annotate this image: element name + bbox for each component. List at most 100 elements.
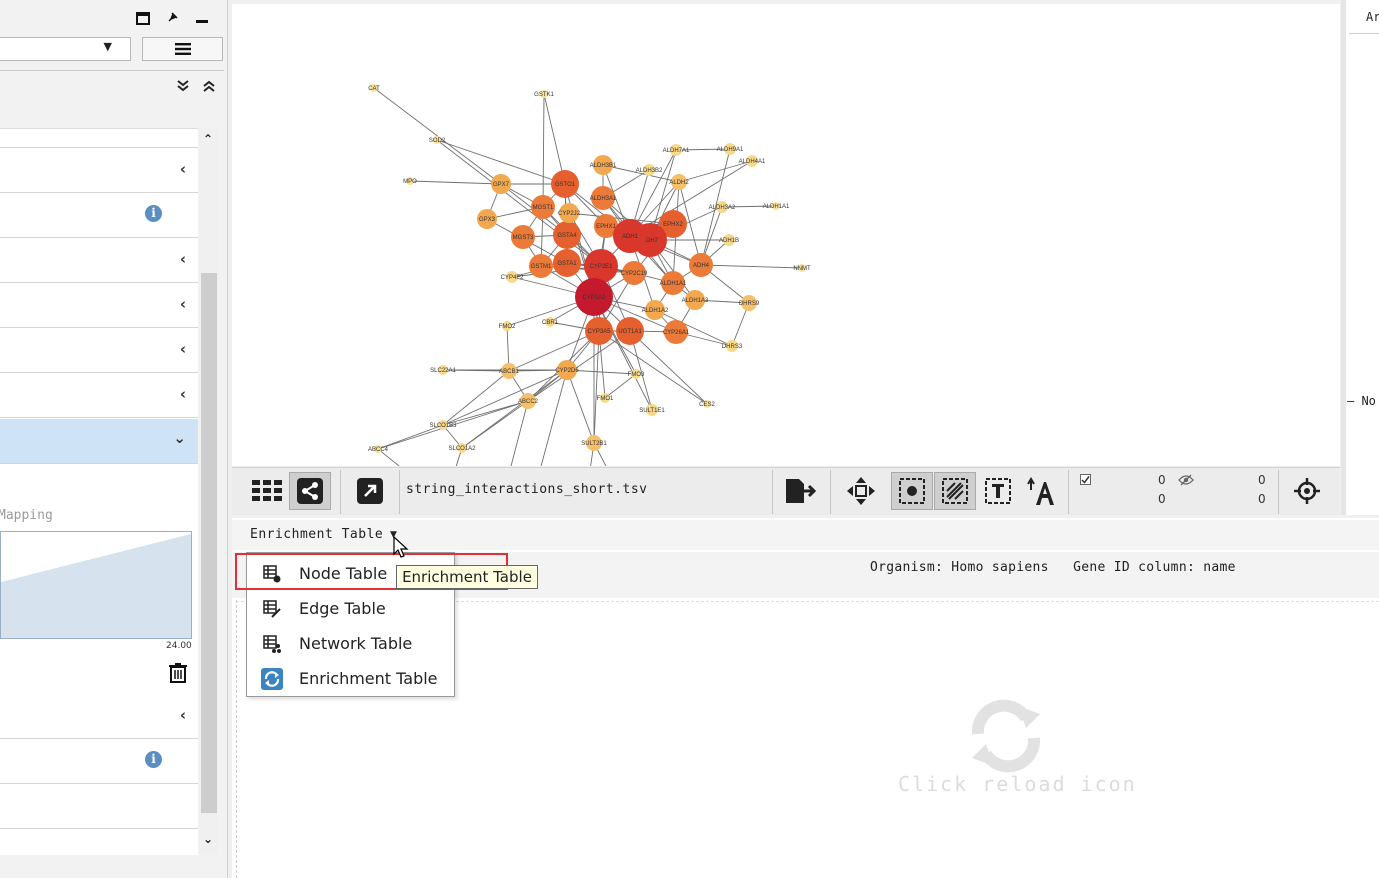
export-icon[interactable] bbox=[782, 472, 818, 510]
reload-icon[interactable] bbox=[966, 698, 1046, 774]
locate-icon[interactable] bbox=[1290, 472, 1324, 510]
scroll-down-icon[interactable]: ⌄ bbox=[203, 832, 213, 846]
network-node[interactable]: GSTA1 bbox=[553, 249, 581, 277]
grid-view-icon[interactable] bbox=[248, 472, 286, 510]
chevron-left-icon[interactable]: ‹ bbox=[180, 160, 186, 178]
mapping-chart[interactable] bbox=[0, 531, 192, 639]
network-node[interactable]: ALDH4A1 bbox=[739, 155, 766, 167]
network-node[interactable]: ADH4 bbox=[689, 253, 713, 277]
open-network-icon[interactable] bbox=[352, 472, 388, 510]
network-edge[interactable] bbox=[508, 330, 600, 372]
menu-item-network-table[interactable]: Network Table bbox=[247, 626, 454, 661]
chevron-left-icon[interactable]: ‹ bbox=[180, 706, 186, 724]
network-edge[interactable] bbox=[373, 87, 502, 185]
network-edge[interactable] bbox=[566, 369, 595, 444]
list-item[interactable]: ‹ bbox=[0, 238, 198, 283]
network-node[interactable]: ALDH1A2 bbox=[642, 300, 669, 320]
style-dropdown[interactable]: ▼ bbox=[0, 37, 131, 61]
list-item[interactable]: ‹ bbox=[0, 283, 198, 328]
network-node[interactable]: CYP4F2 bbox=[501, 271, 524, 283]
network-edge[interactable] bbox=[442, 369, 568, 426]
network-canvas[interactable]: CAT GSTK1 SOD2 MPO GPX7 GPX3 GSTO1 MGST1 MGST3 GS… bbox=[232, 4, 1340, 471]
network-node[interactable]: ADH1 bbox=[613, 219, 647, 253]
results-tab-label[interactable]: Ar bbox=[1366, 10, 1379, 24]
list-item[interactable]: ‹ bbox=[0, 694, 198, 739]
list-item[interactable]: i bbox=[0, 739, 198, 784]
network-edge[interactable] bbox=[629, 330, 708, 405]
network-node[interactable]: CYP3A5 bbox=[585, 317, 613, 345]
network-node[interactable]: ALDH3B1 bbox=[590, 155, 617, 175]
scrollbar-thumb[interactable] bbox=[201, 273, 217, 813]
list-item[interactable]: ‹ bbox=[0, 148, 198, 193]
network-node[interactable]: DHRS3 bbox=[722, 340, 743, 352]
network-node[interactable]: CES2 bbox=[699, 400, 715, 408]
network-edge[interactable] bbox=[442, 400, 529, 426]
network-node[interactable]: UGT1A1 bbox=[616, 317, 644, 345]
network-node[interactable]: ALDH1A1 bbox=[660, 271, 687, 295]
list-item[interactable]: ‹ bbox=[0, 328, 198, 373]
network-view-icon[interactable] bbox=[289, 472, 331, 510]
network-node[interactable]: CYP2J2 bbox=[558, 203, 581, 223]
options-menu-button[interactable] bbox=[142, 37, 223, 61]
network-node[interactable]: SOD2 bbox=[429, 136, 446, 144]
network-node[interactable]: MGST1 bbox=[531, 195, 555, 219]
network-node[interactable]: MGST3 bbox=[511, 225, 535, 249]
expand-all-icon[interactable] bbox=[176, 79, 190, 97]
list-item-selected[interactable]: ⌄ bbox=[0, 419, 198, 464]
network-edge[interactable] bbox=[598, 330, 708, 405]
network-node[interactable]: SLCO1B3 bbox=[429, 420, 457, 430]
network-node[interactable]: GSTO1 bbox=[551, 170, 579, 198]
network-edge[interactable] bbox=[539, 369, 568, 471]
info-icon[interactable]: i bbox=[145, 751, 162, 768]
show-graphics-details-icon[interactable] bbox=[934, 472, 976, 510]
maximize-icon[interactable] bbox=[133, 8, 153, 28]
vertical-scrollbar[interactable]: ⌃ ⌄ bbox=[199, 128, 219, 855]
collapse-all-icon[interactable] bbox=[202, 79, 216, 97]
list-item[interactable] bbox=[0, 129, 198, 148]
network-node[interactable]: ALDH9A1 bbox=[717, 143, 744, 155]
chevron-down-icon[interactable]: ⌄ bbox=[173, 429, 186, 447]
hidden-eye-icon[interactable] bbox=[1178, 474, 1194, 489]
network-node[interactable]: SULT1E1 bbox=[639, 404, 665, 416]
annotation-text-icon[interactable] bbox=[980, 472, 1016, 510]
network-edge[interactable] bbox=[593, 330, 600, 444]
network-node[interactable]: ABCC4 bbox=[368, 445, 389, 453]
chevron-left-icon[interactable]: ‹ bbox=[180, 250, 186, 268]
scroll-up-icon[interactable]: ⌃ bbox=[203, 132, 213, 146]
network-node[interactable]: GSTA4 bbox=[553, 221, 581, 249]
network-node[interactable]: ALDH2 bbox=[669, 174, 689, 190]
network-node[interactable]: GPX7 bbox=[491, 174, 511, 194]
network-node[interactable]: SLC22A1 bbox=[430, 365, 457, 375]
network-node[interactable]: CYP2E1 bbox=[584, 249, 618, 283]
list-item[interactable]: i bbox=[0, 193, 198, 238]
network-node[interactable]: CYP1A2 bbox=[575, 278, 613, 316]
pin-icon[interactable] bbox=[162, 8, 182, 28]
network-node[interactable]: CAT bbox=[368, 84, 380, 92]
network-node[interactable]: SULT2B1 bbox=[581, 435, 607, 451]
network-node[interactable]: SLCO1A2 bbox=[448, 443, 476, 453]
menu-item-edge-table[interactable]: Edge Table bbox=[247, 591, 454, 626]
network-node[interactable]: CYP2D6 bbox=[555, 360, 579, 380]
network-node[interactable]: NNMT bbox=[793, 264, 811, 272]
network-node[interactable]: GSTK1 bbox=[534, 90, 554, 98]
font-size-icon[interactable] bbox=[1024, 472, 1058, 510]
chevron-left-icon[interactable]: ‹ bbox=[180, 295, 186, 313]
trash-icon[interactable] bbox=[168, 662, 188, 684]
checkbox-icon[interactable] bbox=[1080, 474, 1091, 488]
network-graph[interactable]: CAT GSTK1 SOD2 MPO GPX7 GPX3 GSTO1 MGST1 MGST3 GS… bbox=[232, 4, 1340, 471]
list-item[interactable] bbox=[0, 784, 198, 829]
network-edge[interactable] bbox=[461, 369, 568, 449]
network-node[interactable]: ALDH7A1 bbox=[663, 144, 690, 156]
fit-content-icon[interactable] bbox=[842, 472, 880, 510]
network-node[interactable]: ALDH3B2 bbox=[636, 164, 663, 176]
network-node[interactable]: CYP26A1 bbox=[663, 320, 690, 344]
network-node[interactable]: ALDH1A1 bbox=[763, 202, 790, 210]
network-node[interactable]: ADH1B bbox=[719, 234, 739, 246]
network-node[interactable]: FMO2 bbox=[499, 321, 516, 331]
info-icon[interactable]: i bbox=[145, 205, 162, 222]
network-edge[interactable] bbox=[442, 370, 510, 426]
chevron-left-icon[interactable]: ‹ bbox=[180, 340, 186, 358]
minimize-icon[interactable] bbox=[192, 8, 212, 28]
network-node[interactable]: GPX3 bbox=[477, 209, 497, 229]
network-node[interactable]: GSTM1 bbox=[529, 254, 553, 278]
